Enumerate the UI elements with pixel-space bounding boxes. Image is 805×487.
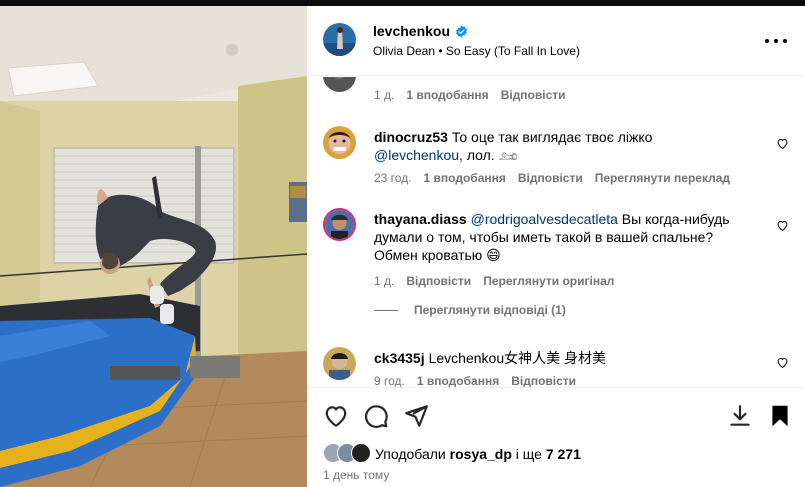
translate-button[interactable]: Переглянути переклад	[595, 171, 730, 185]
author-username[interactable]: levchenkou	[373, 23, 450, 39]
likes-text: Уподобали rosya_dp і ще 7 271	[375, 446, 581, 462]
likes-count[interactable]: 7 271	[546, 446, 581, 462]
media-image	[0, 6, 307, 487]
bookmark-icon[interactable]	[767, 403, 793, 429]
comment-mention[interactable]: @levchenkou	[374, 147, 459, 163]
comment-text: dinocruz53 То оце так виглядає твоє ліжко…	[374, 128, 739, 164]
comment-meta: 9 год. 1 вподобання Відповісти	[374, 374, 576, 387]
comment-time: 1 д.	[374, 88, 395, 102]
comment-text-part: , лол. 𓃭	[459, 147, 518, 163]
comment-avatar[interactable]	[323, 77, 356, 92]
comment-text: ck3435j Levchenkou女神人美 身材美	[374, 349, 739, 367]
post-media[interactable]	[0, 6, 307, 487]
comment-likes[interactable]: 1 вподобання	[424, 171, 506, 185]
see-original-button[interactable]: Переглянути оригінал	[483, 274, 614, 288]
music-label[interactable]: Olivia Dean • So Easy (To Fall In Love)	[373, 44, 580, 58]
comment-mention[interactable]: @rodrigoalvesdecatleta	[471, 211, 618, 227]
comment-heart-icon[interactable]	[776, 356, 789, 369]
comment-meta: 1 д. 1 вподобання Відповісти	[374, 88, 566, 102]
post-time[interactable]: 1 день тому	[323, 468, 389, 482]
comment-username[interactable]: dinocruz53	[374, 129, 448, 145]
share-icon[interactable]	[403, 403, 429, 429]
liker-avatar	[351, 443, 371, 463]
comment-meta: 23 год. 1 вподобання Відповісти Переглян…	[374, 171, 730, 185]
download-icon[interactable]	[727, 403, 753, 429]
reply-button[interactable]: Відповісти	[501, 88, 566, 102]
post-header: levchenkou Olivia Dean • So Easy (To Fal…	[307, 6, 805, 76]
comment-heart-icon[interactable]	[776, 219, 789, 232]
reply-button[interactable]: Відповісти	[511, 374, 576, 387]
author-avatar[interactable]	[323, 23, 356, 56]
comment-time: 23 год.	[374, 171, 412, 185]
comment-avatar[interactable]	[323, 208, 356, 241]
replies-divider	[374, 309, 398, 311]
view-replies-button[interactable]: Переглянути відповіді (1)	[374, 303, 566, 317]
comment-username[interactable]: ck3435j	[374, 350, 425, 366]
comment-avatar[interactable]	[323, 126, 356, 159]
comment-likes[interactable]: 1 вподобання	[406, 88, 488, 102]
comment-heart-icon[interactable]	[776, 137, 789, 150]
liker-avatars[interactable]	[323, 443, 373, 465]
heart-icon[interactable]	[323, 403, 349, 429]
reply-button[interactable]: Відповісти	[406, 274, 471, 288]
verified-icon	[456, 25, 467, 37]
comment-likes[interactable]: 1 вподобання	[417, 374, 499, 387]
comment-text-part: Levchenkou女神人美 身材美	[428, 350, 607, 366]
more-icon[interactable]	[765, 33, 787, 49]
comment-time: 9 год.	[374, 374, 405, 387]
post-panel: levchenkou Olivia Dean • So Easy (To Fal…	[307, 6, 805, 487]
comments-list[interactable]: 1 д. 1 вподобання Відповісти dinocruz53 Т…	[307, 77, 805, 387]
likes-prefix: Уподобали	[375, 446, 450, 462]
comment-meta: 1 д. Відповісти Переглянути оригінал	[374, 274, 614, 288]
liker-username[interactable]: rosya_dp	[450, 446, 512, 462]
reply-button[interactable]: Відповісти	[518, 171, 583, 185]
comment-avatar[interactable]	[323, 347, 356, 380]
comment-username[interactable]: thayana.diass	[374, 211, 467, 227]
likes-summary[interactable]: Уподобали rosya_dp і ще 7 271	[323, 443, 581, 465]
comment-text: thayana.diass @rodrigoalvesdecatleta Вы к…	[374, 210, 739, 264]
comment-text-part: То оце так виглядає твоє ліжко	[451, 129, 653, 145]
comment-icon[interactable]	[363, 403, 389, 429]
likes-middle: і ще	[511, 446, 546, 462]
comment-time: 1 д.	[374, 274, 395, 288]
view-replies-label[interactable]: Переглянути відповіді (1)	[414, 303, 566, 317]
post-actions: Уподобали rosya_dp і ще 7 271 1 день том…	[307, 387, 805, 487]
